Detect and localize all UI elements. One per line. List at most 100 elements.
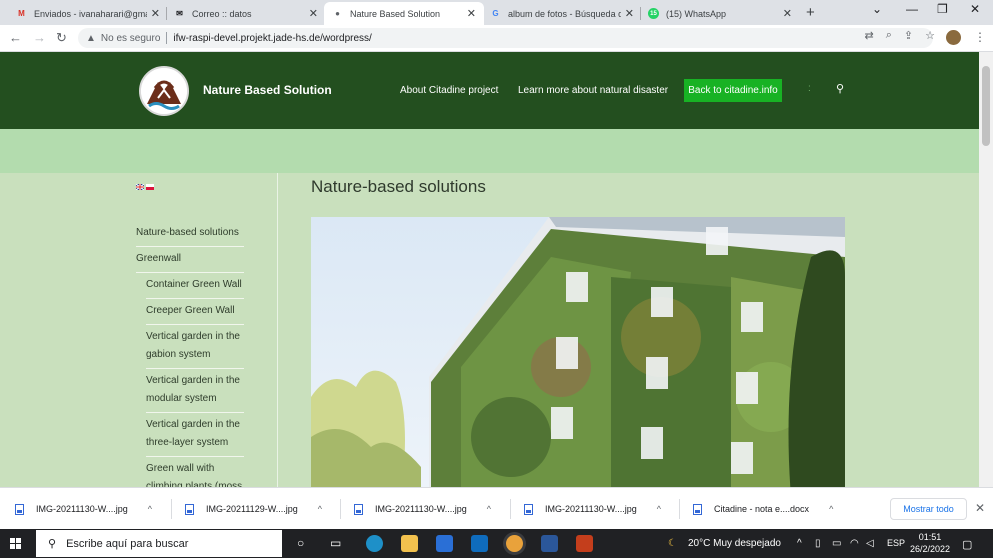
- site-logo[interactable]: [139, 66, 189, 116]
- sidebar-item-container-green-wall[interactable]: Container Green Wall: [146, 276, 242, 294]
- tray-device-icon[interactable]: ▯: [815, 538, 821, 549]
- word-icon[interactable]: [541, 535, 558, 552]
- nav-link-about[interactable]: About Citadine project: [400, 85, 498, 96]
- scrollbar-thumb[interactable]: [982, 66, 990, 146]
- clock-date: 26/2/2022: [910, 544, 951, 554]
- chevron-up-icon[interactable]: ^: [318, 504, 322, 514]
- powerpoint-icon[interactable]: [576, 535, 593, 552]
- search-icon[interactable]: ⚲: [836, 82, 844, 95]
- mail-app-icon[interactable]: [471, 535, 488, 552]
- sidebar-item-modular-system[interactable]: Vertical garden in the modular system: [146, 372, 240, 408]
- share-icon[interactable]: ⇪: [904, 29, 913, 42]
- browser-tab-strip: M Enviados - ivanaharari@gma ✕ ✉ Correo …: [0, 0, 993, 25]
- window-close-icon[interactable]: ✕: [970, 2, 980, 16]
- download-separator: [171, 499, 172, 519]
- tab-nature-based-solution[interactable]: ● Nature Based Solution ✕: [324, 2, 484, 25]
- address-bar-actions: ⇄ ⌕ ⇪ ☆: [865, 29, 935, 42]
- polish-flag-icon[interactable]: [146, 184, 154, 190]
- sidebar-item-climbing-plants[interactable]: Green wall with climbing plants (moss: [146, 460, 242, 487]
- chevron-up-icon[interactable]: ^: [657, 504, 661, 514]
- show-all-downloads-button[interactable]: Mostrar todo: [890, 498, 967, 520]
- download-separator: [510, 499, 511, 519]
- chevron-up-icon[interactable]: ^: [148, 504, 152, 514]
- close-icon[interactable]: ✕: [151, 7, 160, 20]
- edge-icon[interactable]: [366, 535, 383, 552]
- url-text[interactable]: ifw-raspi-devel.projekt.jade-hs.de/wordp…: [173, 33, 371, 44]
- security-label[interactable]: No es seguro: [101, 33, 160, 44]
- tab-correo[interactable]: ✉ Correo :: datos ✕: [166, 2, 326, 25]
- restore-icon[interactable]: ❐: [937, 2, 948, 16]
- zoom-icon[interactable]: ⌕: [886, 29, 892, 42]
- download-separator: [340, 499, 341, 519]
- taskbar-clock[interactable]: 01:51 26/2/2022: [910, 531, 950, 555]
- nav-separator: :: [808, 83, 811, 94]
- close-icon[interactable]: ✕: [625, 7, 634, 20]
- volume-icon[interactable]: ◁: [866, 538, 874, 549]
- translate-icon[interactable]: ⇄: [865, 29, 874, 42]
- notification-icon[interactable]: ▢: [962, 538, 972, 551]
- gmail-icon: M: [18, 9, 25, 18]
- weather-moon-icon[interactable]: ☾: [668, 538, 677, 549]
- menu-dots-icon[interactable]: ⋮: [974, 30, 986, 44]
- tab-search-icon[interactable]: ⌄: [872, 2, 882, 16]
- language-indicator[interactable]: ESP: [887, 538, 905, 548]
- menu-line: Vertical garden in the: [146, 331, 240, 342]
- download-item[interactable]: Citadine - nota e....docx ^: [693, 496, 833, 522]
- tab-google-search[interactable]: G album de fotos - Búsqueda d ✕: [482, 2, 642, 25]
- sidebar-item-greenwall[interactable]: Greenwall: [136, 250, 181, 268]
- close-downloads-icon[interactable]: ✕: [975, 501, 985, 515]
- taskbar-search-box[interactable]: ⚲ Escribe aquí para buscar: [36, 530, 282, 557]
- sidebar-item-gabion-system[interactable]: Vertical garden in the gabion system: [146, 328, 240, 364]
- sidebar-item-nature-based-solutions[interactable]: Nature-based solutions: [136, 224, 239, 242]
- word-file-icon: [693, 503, 702, 515]
- sidebar-item-creeper-green-wall[interactable]: Creeper Green Wall: [146, 302, 235, 320]
- address-bar[interactable]: ▲ No es seguro ifw-raspi-devel.projekt.j…: [78, 28, 933, 48]
- tray-chevron-icon[interactable]: ^: [797, 538, 802, 549]
- close-icon[interactable]: ✕: [783, 7, 792, 20]
- menu-line: three-layer system: [146, 437, 229, 448]
- whatsapp-icon: 15: [648, 8, 659, 19]
- minimize-icon[interactable]: —: [906, 2, 918, 16]
- clock-time: 01:51: [918, 532, 942, 542]
- chrome-icon[interactable]: [506, 535, 523, 552]
- store-icon[interactable]: [436, 535, 453, 552]
- task-view-icon[interactable]: ▭: [330, 536, 341, 550]
- language-flags: [136, 184, 154, 190]
- download-item[interactable]: IMG-20211129-W....jpg ^: [185, 496, 322, 522]
- wifi-icon[interactable]: ◠: [850, 538, 859, 549]
- page-title: Nature-based solutions: [311, 177, 486, 196]
- taskbar-search-placeholder: Escribe aquí para buscar: [66, 537, 189, 550]
- battery-icon[interactable]: ▭: [832, 538, 841, 549]
- reload-icon[interactable]: ↻: [56, 30, 67, 46]
- cortana-icon[interactable]: ○: [297, 536, 304, 550]
- menu-line: gabion system: [146, 349, 211, 360]
- download-filename: IMG-20211130-W....jpg: [36, 504, 128, 514]
- weather-text[interactable]: 20°C Muy despejado: [688, 538, 781, 549]
- profile-avatar[interactable]: [946, 30, 961, 45]
- close-icon[interactable]: ✕: [309, 7, 318, 20]
- new-tab-button[interactable]: +: [806, 4, 815, 21]
- download-item[interactable]: IMG-20211130-W....jpg ^: [354, 496, 491, 522]
- bookmark-star-icon[interactable]: ☆: [925, 29, 935, 42]
- file-explorer-icon[interactable]: [401, 535, 418, 552]
- image-file-icon: [15, 503, 24, 515]
- windows-start-icon[interactable]: [10, 538, 21, 549]
- chevron-up-icon[interactable]: ^: [829, 504, 833, 514]
- sidebar-border: [277, 173, 278, 487]
- chevron-up-icon[interactable]: ^: [487, 504, 491, 514]
- site-header: Nature Based Solution About Citadine pro…: [0, 52, 979, 129]
- download-item[interactable]: IMG-20211130-W....jpg ^: [15, 496, 152, 522]
- download-item[interactable]: IMG-20211130-W....jpg ^: [524, 496, 661, 522]
- english-flag-icon[interactable]: [136, 184, 144, 190]
- site-name[interactable]: Nature Based Solution: [203, 83, 332, 97]
- back-to-citadine-button[interactable]: Back to citadine.info: [684, 79, 782, 102]
- close-icon[interactable]: ✕: [467, 7, 476, 20]
- tab-whatsapp[interactable]: 15 (15) WhatsApp ✕: [640, 2, 800, 25]
- sidebar-item-three-layer-system[interactable]: Vertical garden in the three-layer syste…: [146, 416, 240, 452]
- forward-arrow-icon[interactable]: →: [33, 30, 46, 45]
- back-arrow-icon[interactable]: ←: [9, 30, 22, 45]
- image-file-icon: [354, 503, 363, 515]
- tab-gmail[interactable]: M Enviados - ivanaharari@gma ✕: [8, 2, 168, 25]
- page-scrollbar[interactable]: [979, 52, 993, 487]
- nav-link-learn[interactable]: Learn more about natural disaster: [518, 85, 668, 96]
